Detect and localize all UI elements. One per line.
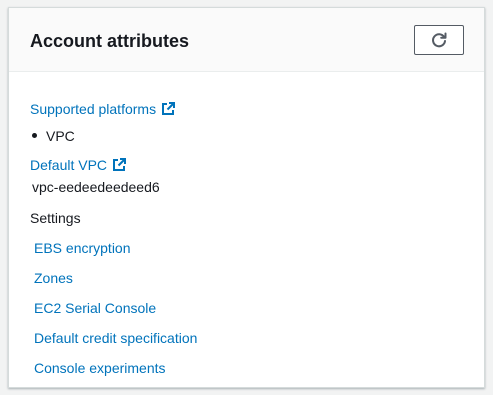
zones-link[interactable]: Zones	[34, 270, 73, 286]
ec2-serial-console-link[interactable]: EC2 Serial Console	[34, 300, 156, 316]
supported-platforms-row: Supported platforms	[30, 100, 176, 120]
panel-title: Account attributes	[30, 31, 190, 51]
platform-list-item: VPC	[32, 127, 75, 145]
settings-label: Settings	[30, 210, 81, 226]
default-credit-specification-link[interactable]: Default credit specification	[34, 330, 197, 346]
default-vpc-label: Default VPC	[30, 157, 108, 173]
default-vpc-link[interactable]: Default VPC	[30, 157, 127, 176]
ebs-encryption-link[interactable]: EBS encryption	[34, 240, 131, 256]
platform-value: VPC	[46, 128, 75, 144]
panel-header: Account attributes	[9, 8, 484, 72]
refresh-icon	[431, 32, 447, 48]
default-vpc-value: vpc-eedeedeedeed6	[32, 179, 160, 195]
external-link-icon	[112, 158, 127, 176]
supported-platforms-link[interactable]: Supported platforms	[30, 101, 176, 120]
console-experiments-link[interactable]: Console experiments	[34, 360, 166, 376]
account-attributes-panel: Account attributes Supported platforms V…	[8, 7, 485, 388]
default-vpc-row: Default VPC	[30, 156, 127, 176]
supported-platforms-label: Supported platforms	[30, 101, 157, 117]
external-link-icon	[161, 102, 176, 120]
bullet-icon	[32, 133, 37, 138]
refresh-button[interactable]	[414, 25, 464, 55]
